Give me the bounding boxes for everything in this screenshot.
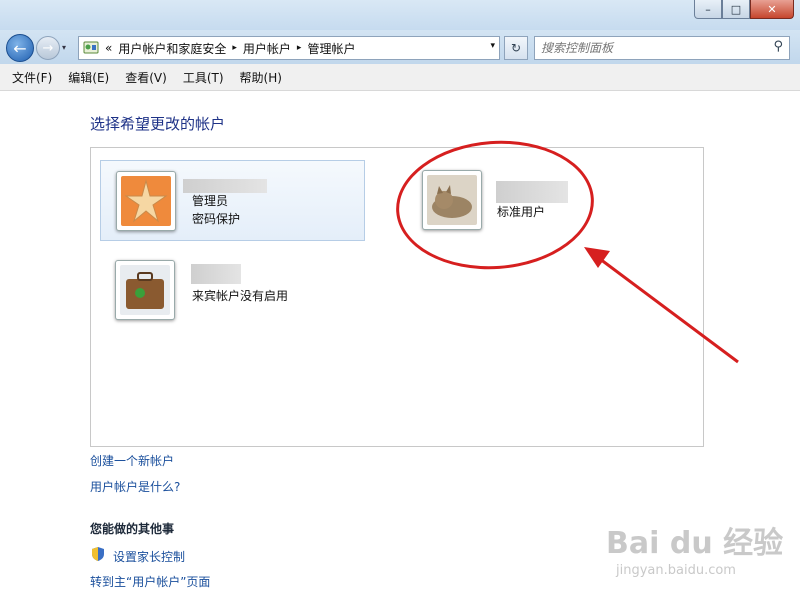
annotation-arrow (584, 247, 739, 364)
watermark-url: jingyan.baidu.com (616, 563, 736, 578)
watermark-logo: Bai du 经验 (606, 526, 784, 561)
